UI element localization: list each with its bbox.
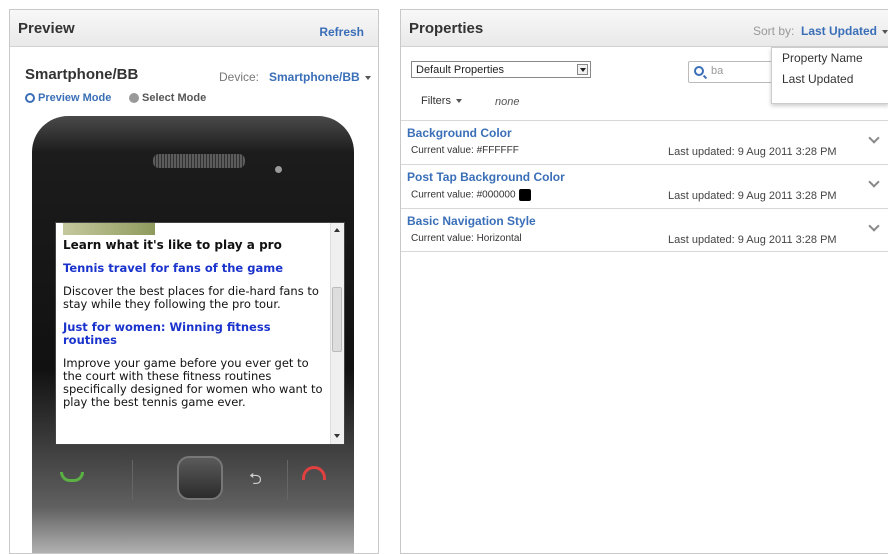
property-name[interactable]: Post Tap Background Color [407, 170, 565, 184]
chevron-down-icon[interactable] [868, 132, 880, 144]
chevron-down-icon [882, 29, 888, 34]
property-row[interactable]: Background Color Current value: #FFFFFF … [401, 120, 888, 164]
scroll-thumb[interactable] [332, 287, 342, 352]
property-current-value-wrap: Current value: #000000 [411, 189, 531, 201]
call-icon [60, 472, 84, 482]
preview-mode-label: Preview Mode [38, 92, 112, 104]
preview-header: Preview Refresh [10, 10, 378, 47]
screen-paragraph: Improve your game before you ever get to… [63, 356, 323, 409]
properties-header: Properties Sort by: Last Updated [401, 10, 888, 47]
properties-panel: Properties Sort by: Last Updated Propert… [400, 9, 888, 554]
sort-select[interactable]: Last Updated [801, 24, 888, 38]
filters-button[interactable]: Filters [421, 95, 462, 107]
device-select[interactable]: Smartphone/BB [269, 70, 371, 84]
select-mode-label: Select Mode [142, 92, 207, 104]
phone-speaker [153, 154, 245, 168]
filters-value: none [495, 96, 520, 108]
search-icon [694, 66, 704, 76]
screen-content: Learn what it's like to play a pro Tenni… [63, 239, 327, 419]
color-swatch [518, 189, 531, 201]
preview-panel: Preview Refresh Smartphone/BB Device: Sm… [9, 9, 379, 554]
screen-paragraph: Discover the best places for die-hard fa… [63, 284, 319, 311]
property-current-value: Current value: #000000 [411, 189, 516, 201]
preview-mode-button[interactable]: Preview Mode [25, 92, 111, 104]
phone-screen[interactable]: Learn what it's like to play a pro Tenni… [55, 222, 345, 445]
properties-set-select[interactable]: Default Properties [411, 61, 591, 78]
property-name[interactable]: Basic Navigation Style [407, 214, 536, 228]
device-name: Smartphone/BB [25, 66, 139, 83]
screen-scrollbar[interactable] [330, 223, 344, 444]
search-input[interactable]: ba [688, 61, 778, 83]
key-divider [132, 460, 133, 500]
back-icon: ⮌ [249, 471, 262, 488]
screen-link-fitness[interactable]: Just for women: Winning fitness routines [63, 321, 327, 347]
trackpad [177, 456, 223, 500]
property-current-value: Current value: Horizontal [411, 233, 522, 244]
properties-title: Properties [409, 20, 484, 37]
property-current-value: Current value: #FFFFFF [411, 145, 519, 156]
property-row[interactable]: Basic Navigation Style Current value: Ho… [401, 208, 888, 252]
select-mode-button[interactable]: Select Mode [129, 92, 206, 104]
phone-led [275, 166, 282, 173]
chevron-down-icon [455, 99, 462, 104]
sort-menu: Property Name Last Updated [771, 47, 888, 104]
filters-label: Filters [421, 95, 451, 107]
property-last-updated: Last updated: 9 Aug 2011 3:28 PM [668, 234, 837, 246]
scroll-down-icon[interactable] [334, 434, 340, 438]
phone-keys: ⮌ [32, 454, 354, 524]
screen-heading: Learn what it's like to play a pro [63, 238, 282, 252]
end-call-icon [302, 466, 326, 480]
properties-set-value: Default Properties [416, 64, 505, 76]
key-divider [287, 460, 288, 500]
search-value: ba [711, 65, 724, 77]
sort-value: Last Updated [801, 24, 878, 38]
device-label: Device: [219, 70, 260, 84]
chevron-down-icon [364, 75, 371, 80]
property-row[interactable]: Post Tap Background Color Current value:… [401, 164, 888, 208]
device-select-value: Smartphone/BB [269, 70, 360, 84]
search-icon [25, 93, 35, 104]
sort-option-property-name[interactable]: Property Name [772, 48, 888, 69]
scroll-up-icon[interactable] [334, 228, 340, 232]
refresh-link[interactable]: Refresh [319, 25, 364, 39]
header-image [63, 223, 155, 235]
property-last-updated: Last updated: 9 Aug 2011 3:28 PM [668, 146, 837, 158]
phone-device: Learn what it's like to play a pro Tenni… [32, 116, 354, 553]
chevron-down-icon[interactable] [868, 176, 880, 188]
chevron-down-icon[interactable] [868, 220, 880, 232]
sort-option-last-updated[interactable]: Last Updated [772, 69, 888, 90]
property-last-updated: Last updated: 9 Aug 2011 3:28 PM [668, 190, 837, 202]
sort-label: Sort by: [753, 24, 795, 38]
select-icon [129, 93, 139, 104]
preview-title: Preview [18, 20, 75, 37]
property-name[interactable]: Background Color [407, 126, 512, 140]
chevron-down-icon [577, 64, 588, 75]
screen-link-travel[interactable]: Tennis travel for fans of the game [63, 262, 327, 275]
